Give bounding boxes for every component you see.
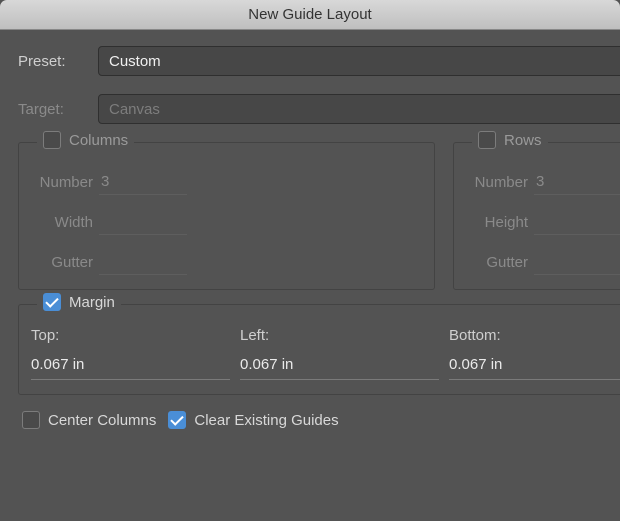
rows-title: Rows — [504, 132, 542, 149]
margin-bottom-label: Bottom: — [449, 327, 620, 344]
columns-width-input[interactable] — [99, 209, 187, 235]
margin-left-input[interactable] — [240, 350, 439, 380]
margin-panel: Margin Top: Left: Bottom: Right: — [18, 304, 620, 395]
preset-select[interactable]: Custom — [98, 46, 620, 76]
target-value: Canvas — [109, 101, 160, 118]
margin-title: Margin — [69, 294, 115, 311]
center-columns-label: Center Columns — [48, 412, 156, 429]
center-columns-checkbox[interactable] — [22, 411, 40, 429]
dialog-title: New Guide Layout — [248, 6, 371, 23]
dialog-titlebar: New Guide Layout — [0, 0, 620, 30]
margin-top-input[interactable] — [31, 350, 230, 380]
rows-gutter-label: Gutter — [466, 254, 534, 271]
columns-number-input[interactable] — [99, 169, 187, 195]
target-select[interactable]: Canvas — [98, 94, 620, 124]
preset-value: Custom — [109, 53, 161, 70]
clear-guides-checkbox[interactable] — [168, 411, 186, 429]
rows-number-input[interactable] — [534, 169, 620, 195]
columns-gutter-label: Gutter — [31, 254, 99, 271]
columns-title: Columns — [69, 132, 128, 149]
rows-gutter-input[interactable] — [534, 249, 620, 275]
clear-guides-label: Clear Existing Guides — [194, 412, 338, 429]
rows-height-label: Height — [466, 214, 534, 231]
columns-width-label: Width — [31, 214, 99, 231]
target-label: Target: — [18, 101, 98, 118]
margin-top-label: Top: — [31, 327, 230, 344]
rows-number-label: Number — [466, 174, 534, 191]
rows-checkbox[interactable] — [478, 131, 496, 149]
preset-label: Preset: — [18, 53, 98, 70]
columns-panel: Columns Number Width Gutter — [18, 142, 435, 290]
margin-left-label: Left: — [240, 327, 439, 344]
rows-height-input[interactable] — [534, 209, 620, 235]
margin-checkbox[interactable] — [43, 293, 61, 311]
columns-gutter-input[interactable] — [99, 249, 187, 275]
margin-bottom-input[interactable] — [449, 350, 620, 380]
rows-panel: Rows Number Height Gutter — [453, 142, 620, 290]
columns-checkbox[interactable] — [43, 131, 61, 149]
columns-number-label: Number — [31, 174, 99, 191]
